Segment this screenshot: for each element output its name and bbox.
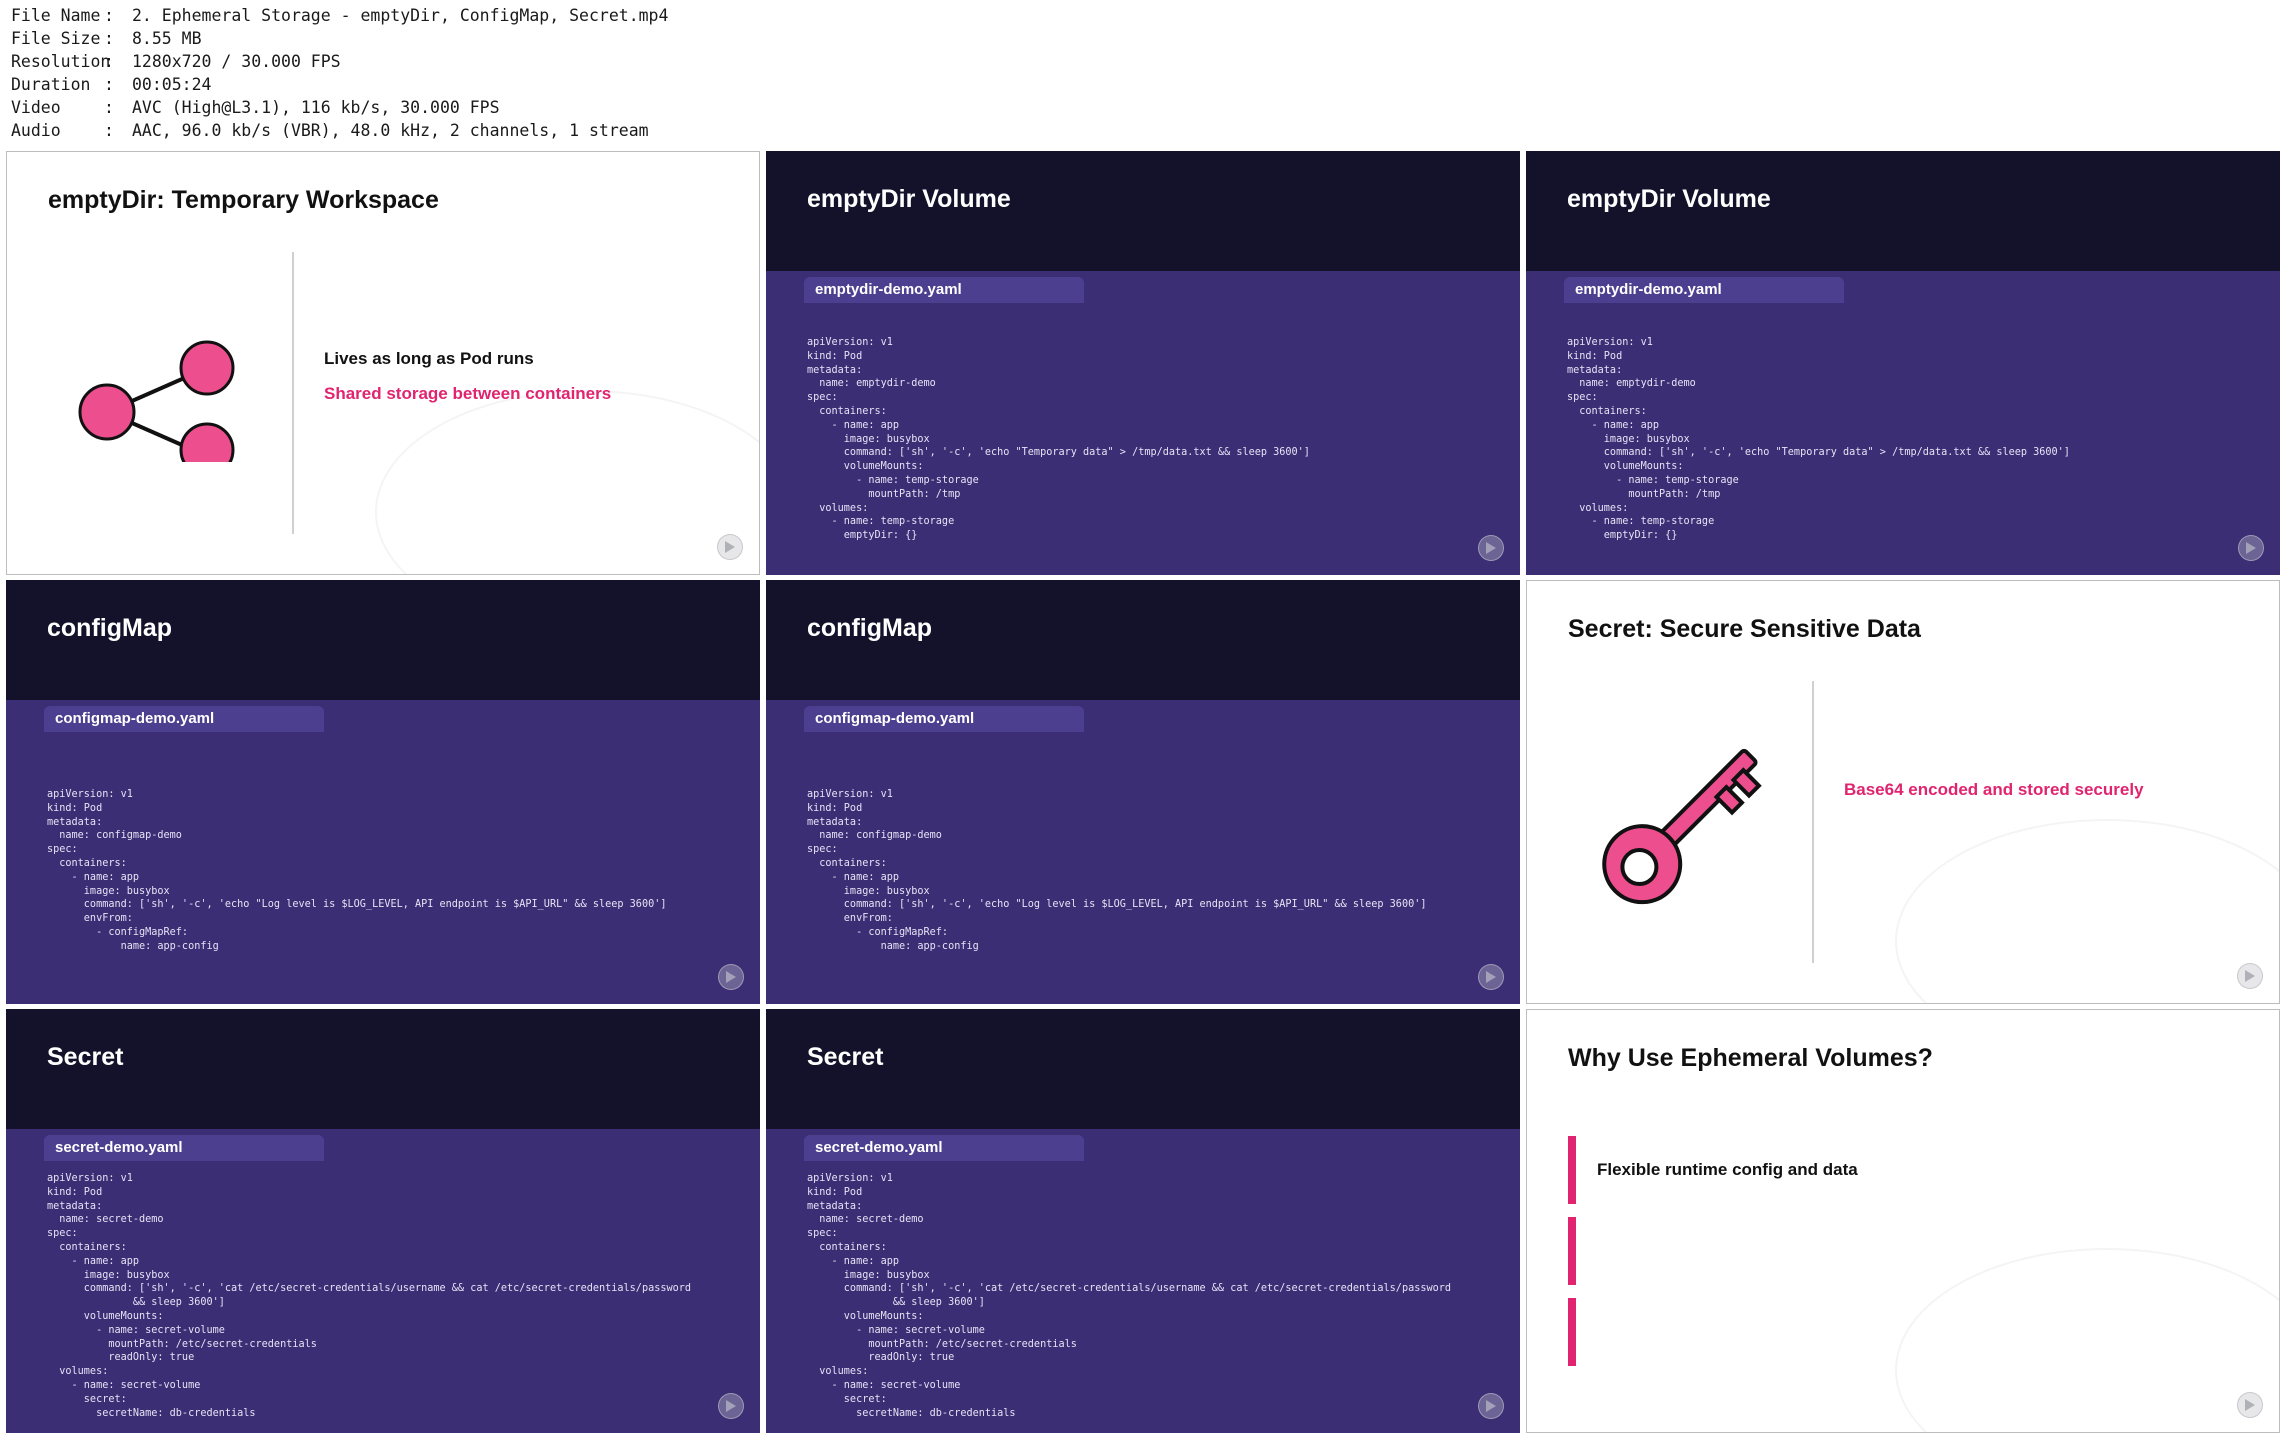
file-tab: configmap-demo.yaml: [804, 706, 1084, 732]
slide-divider: [1812, 681, 1814, 963]
thumbnail-3[interactable]: emptyDir Volume emptydir-demo.yaml apiVe…: [1526, 151, 2280, 575]
slide-title: emptyDir: Temporary Workspace: [48, 186, 439, 214]
file-tab: secret-demo.yaml: [804, 1135, 1084, 1161]
code-block: apiVersion: v1 kind: Pod metadata: name:…: [807, 1173, 1452, 1419]
share-nodes-icon: [78, 340, 235, 462]
play-icon: [1478, 1393, 1504, 1419]
thumbnail-4[interactable]: configMap configmap-demo.yaml apiVersion…: [6, 580, 760, 1004]
slide-title: Secret: Secure Sensitive Data: [1568, 615, 1921, 643]
background-decoration: [375, 390, 759, 574]
code-block: apiVersion: v1 kind: Pod metadata: name:…: [1567, 337, 2070, 542]
background-decoration: [1895, 1248, 2279, 1432]
code-block: apiVersion: v1 kind: Pod metadata: name:…: [807, 337, 1310, 542]
thumbnail-8[interactable]: Secret secret-demo.yaml apiVersion: v1 k…: [766, 1009, 1520, 1433]
slide-divider: [292, 252, 294, 534]
info-row-audio: Audio: AAC, 96.0 kb/s (VBR), 48.0 kHz, 2 …: [11, 121, 649, 140]
info-row-file-name: File Name:2. Ephemeral Storage - emptyDi…: [11, 6, 669, 25]
code-block: apiVersion: v1 kind: Pod metadata: name:…: [47, 1173, 692, 1419]
info-row-file-size: File Size:8.55 MB: [11, 29, 202, 48]
info-row-duration: Duration:00:05:24: [11, 75, 212, 94]
key-icon: [1602, 748, 1762, 905]
slide-title: emptyDir Volume: [1567, 185, 1771, 213]
thumbnail-7[interactable]: Secret secret-demo.yaml apiVersion: v1 k…: [6, 1009, 760, 1433]
bullet-bar-3: [1568, 1298, 1576, 1366]
play-icon: [2238, 535, 2264, 561]
bullet-bar-1: [1568, 1136, 1576, 1204]
slide-point-2: Shared storage between containers: [324, 384, 612, 403]
code-block: apiVersion: v1 kind: Pod metadata: name:…: [47, 789, 667, 952]
file-tab: emptydir-demo.yaml: [804, 277, 1084, 303]
slide-title: Why Use Ephemeral Volumes?: [1568, 1044, 1933, 1072]
file-info-panel: File Name:2. Ephemeral Storage - emptyDi…: [0, 0, 2287, 151]
thumbnail-9[interactable]: Why Use Ephemeral Volumes? Flexible runt…: [1526, 1009, 2280, 1433]
file-tab: configmap-demo.yaml: [44, 706, 324, 732]
background-decoration: [1895, 819, 2279, 1003]
play-icon: [2237, 1392, 2263, 1418]
slide-title: Secret: [807, 1043, 884, 1071]
slide-point-1: Base64 encoded and stored securely: [1844, 780, 2144, 799]
slide-point-1: Lives as long as Pod runs: [324, 349, 534, 368]
info-row-video: Video: AVC (High@L3.1), 116 kb/s, 30.000 …: [11, 98, 500, 117]
thumbnail-1[interactable]: emptyDir: Temporary Workspace Lives as l…: [6, 151, 760, 575]
thumbnail-2[interactable]: emptyDir Volume emptydir-demo.yaml apiVe…: [766, 151, 1520, 575]
file-tab: secret-demo.yaml: [44, 1135, 324, 1161]
slide-title: emptyDir Volume: [807, 185, 1011, 213]
play-icon: [718, 1393, 744, 1419]
play-icon: [1478, 964, 1504, 990]
file-tab: emptydir-demo.yaml: [1564, 277, 1844, 303]
thumbnail-5[interactable]: configMap configmap-demo.yaml apiVersion…: [766, 580, 1520, 1004]
play-icon: [2237, 963, 2263, 989]
thumbnail-6[interactable]: Secret: Secure Sensitive Data Base64 enc…: [1526, 580, 2280, 1004]
bullet-bar-2: [1568, 1217, 1576, 1285]
slide-title: configMap: [807, 614, 932, 642]
slide-title: configMap: [47, 614, 172, 642]
slide-point-1: Flexible runtime config and data: [1597, 1160, 1858, 1179]
slide-title: Secret: [47, 1043, 124, 1071]
thumbnail-grid: emptyDir: Temporary Workspace Lives as l…: [0, 151, 2287, 1439]
code-block: apiVersion: v1 kind: Pod metadata: name:…: [807, 789, 1427, 952]
play-icon: [718, 964, 744, 990]
info-row-resolution: Resolution: 1280x720 / 30.000 FPS: [11, 52, 341, 71]
play-icon: [1478, 535, 1504, 561]
play-icon: [717, 534, 743, 560]
